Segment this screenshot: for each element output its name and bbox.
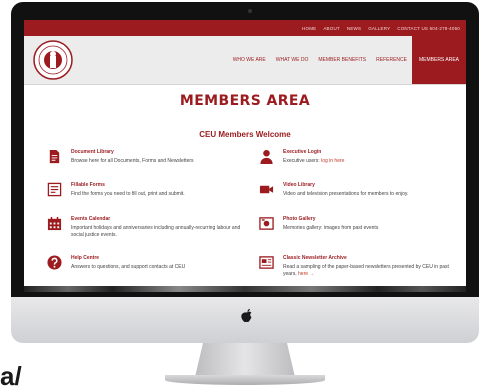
login-link[interactable]: log in here: [321, 158, 344, 164]
item-desc: Read a sampling of the paper-based newsl…: [283, 264, 463, 278]
document-icon: [49, 149, 60, 164]
utility-bar: HOME ABOUT NEWS GALLERY CONTACT US 604-2…: [24, 20, 466, 36]
item-desc: Find the forms you need to fill out, pri…: [71, 191, 185, 197]
ceu-logo-icon[interactable]: [33, 40, 73, 80]
utility-link-about[interactable]: ABOUT: [323, 26, 340, 31]
newspaper-icon: [259, 256, 274, 269]
utility-link-contact[interactable]: CONTACT US 604-278-4050: [397, 26, 460, 31]
item-desc: Executive users: log in here: [283, 158, 463, 165]
item-title[interactable]: Executive Login: [283, 149, 321, 155]
item-desc: Video and television presentations for m…: [283, 191, 409, 197]
item-desc: Memories gallery: images from past event…: [283, 225, 379, 231]
photo-strip: [24, 286, 466, 292]
stray-caption-text: a/: [0, 361, 22, 391]
camera-dot: [248, 9, 252, 13]
utility-link-gallery[interactable]: GALLERY: [368, 26, 390, 31]
apple-logo-icon: [241, 308, 252, 323]
item-title[interactable]: Classic Newsletter Archive: [283, 255, 347, 261]
item-desc: Answers to questions, and support contac…: [71, 264, 186, 270]
item-title[interactable]: Help Centre: [71, 255, 99, 261]
utility-links: HOME ABOUT NEWS GALLERY CONTACT US 604-2…: [302, 20, 460, 36]
nav-members-area[interactable]: MEMBERS AREA: [411, 36, 466, 84]
site-header: WHO WE ARE WHAT WE DO MEMBER BENEFITS RE…: [24, 36, 466, 84]
header-divider: [24, 84, 466, 85]
form-icon: [47, 182, 62, 197]
item-desc-text: Executive users:: [283, 158, 320, 164]
item-title[interactable]: Photo Gallery: [283, 216, 316, 222]
question-icon: [47, 255, 62, 270]
nav-who-we-are[interactable]: WHO WE ARE: [228, 57, 271, 63]
nav-reference[interactable]: REFERENCE: [371, 57, 412, 63]
archive-link[interactable]: here →: [298, 271, 314, 277]
welcome-heading: CEU Members Welcome: [199, 130, 291, 139]
photo-icon: [259, 217, 274, 230]
item-title[interactable]: Video Library: [283, 182, 315, 188]
screen: HOME ABOUT NEWS GALLERY CONTACT US 604-2…: [24, 20, 466, 292]
item-desc: Important holidays and anniversaries inc…: [71, 225, 241, 238]
item-title[interactable]: Fillable Forms: [71, 182, 105, 188]
video-camera-icon: [259, 185, 274, 194]
nav-what-we-do[interactable]: WHAT WE DO: [271, 57, 314, 63]
imac-stand-base: [165, 375, 325, 385]
item-title[interactable]: Events Calendar: [71, 216, 110, 222]
page-title: MEMBERS AREA: [179, 93, 311, 109]
imac-stand: [195, 343, 295, 377]
main-nav: WHO WE ARE WHAT WE DO MEMBER BENEFITS RE…: [228, 36, 466, 84]
nav-member-benefits[interactable]: MEMBER BENEFITS: [313, 57, 371, 63]
utility-link-home[interactable]: HOME: [302, 26, 316, 31]
calendar-icon: [47, 216, 62, 231]
person-icon: [260, 149, 273, 164]
item-desc: Browse here for all Documents, Forms and…: [71, 158, 194, 164]
item-title[interactable]: Document Library: [71, 149, 114, 155]
utility-link-news[interactable]: NEWS: [347, 26, 361, 31]
